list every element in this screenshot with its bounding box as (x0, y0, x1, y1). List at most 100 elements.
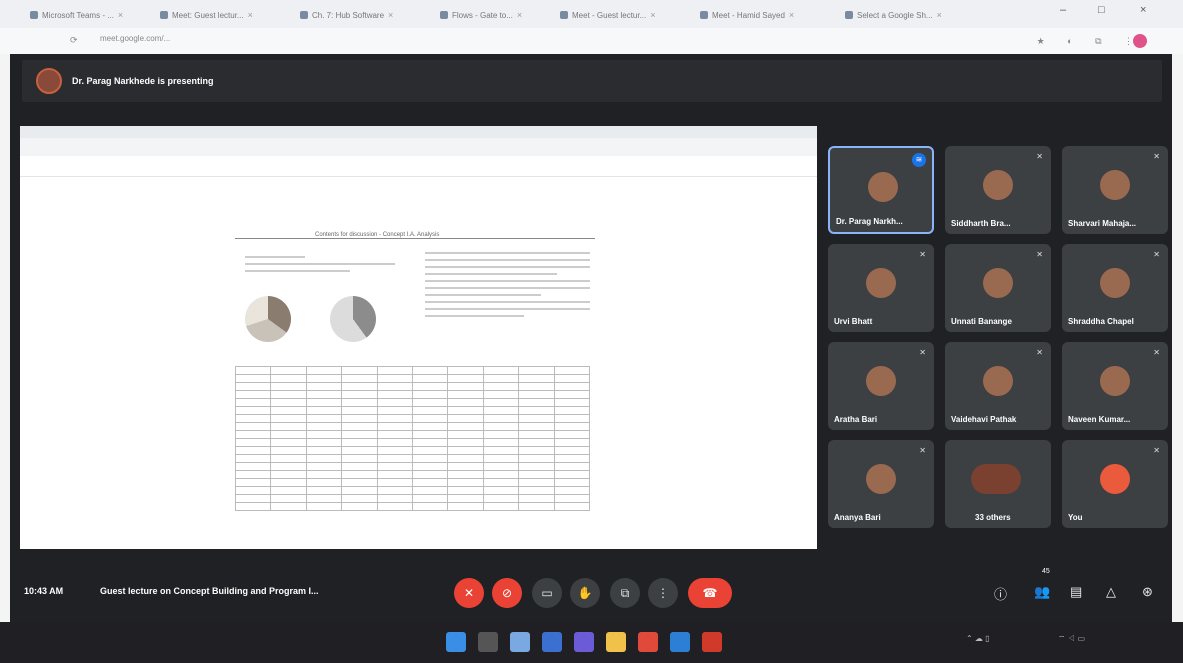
present-icon[interactable]: ⧉ (610, 578, 640, 608)
refresh-icon[interactable]: ⟳ (70, 35, 78, 46)
captions-icon[interactable]: ▭ (532, 578, 562, 608)
favicon-icon (30, 11, 38, 19)
close-tab-icon[interactable]: × (248, 10, 253, 20)
participant-tile[interactable]: 33 others (945, 440, 1051, 528)
participant-tile[interactable]: ✕ Siddharth Bra... (945, 146, 1051, 234)
edge-icon[interactable] (670, 632, 690, 652)
participant-name: Siddharth Bra... (951, 219, 1011, 228)
tab-label: Select a Google Sh... (857, 10, 933, 20)
avatar (866, 268, 896, 298)
chat-icon[interactable]: ▤ (1070, 584, 1082, 600)
text-block (425, 252, 590, 322)
maximize-icon[interactable]: □ (1098, 4, 1105, 16)
browser-tab[interactable]: Meet: Guest lectur... × (160, 6, 253, 24)
app-icon[interactable] (702, 632, 722, 652)
network-volume-battery-icons[interactable]: ⌔ ◁ ▭ (1058, 634, 1085, 644)
participant-name: Dr. Parag Narkh... (836, 217, 903, 226)
browser-tab[interactable]: Flows - Gate to... × (440, 6, 522, 24)
participant-tile[interactable]: ≋ Dr. Parag Narkh... (828, 146, 934, 234)
close-tab-icon[interactable]: × (517, 10, 522, 20)
search-icon[interactable] (478, 632, 498, 652)
start-icon[interactable] (446, 632, 466, 652)
speaking-indicator-icon: ≋ (912, 153, 926, 167)
avatar (1100, 170, 1130, 200)
participant-name: Unnati Banange (951, 317, 1012, 326)
mic-off-icon: ✕ (1153, 250, 1160, 259)
participant-name: Vaidehavi Pathak (951, 415, 1017, 424)
participant-tile[interactable]: ✕ Unnati Banange (945, 244, 1051, 332)
close-tab-icon[interactable]: × (789, 10, 794, 20)
end-call-icon[interactable]: ☎ (688, 578, 732, 608)
close-tab-icon[interactable]: × (650, 10, 655, 20)
participant-tile[interactable]: ✕ You (1062, 440, 1168, 528)
close-tab-icon[interactable]: × (118, 10, 123, 20)
teams-chat-icon[interactable] (574, 632, 594, 652)
shared-screen[interactable]: Contents for discussion - Concept I.A. A… (20, 126, 817, 549)
self-avatar (1100, 464, 1130, 494)
browser-tab-strip: Microsoft Teams - ... × Meet: Guest lectu… (0, 0, 1183, 28)
close-tab-icon[interactable]: × (937, 10, 942, 20)
avatar (983, 268, 1013, 298)
tab-label: Flows - Gate to... (452, 10, 513, 20)
avatar (983, 170, 1013, 200)
browser-tab[interactable]: Meet - Guest lectur... × (560, 6, 656, 24)
participant-tile[interactable]: ✕ Aratha Bari (828, 342, 934, 430)
mic-off-icon: ✕ (919, 348, 926, 357)
profile-avatar[interactable] (1133, 34, 1147, 48)
participant-tile[interactable]: ✕ Vaidehavi Pathak (945, 342, 1051, 430)
avatar (1100, 366, 1130, 396)
favicon-icon (700, 11, 708, 19)
minimize-icon[interactable]: – (1060, 4, 1066, 16)
document-title: Contents for discussion - Concept I.A. A… (315, 232, 440, 238)
people-count: 45 (1042, 568, 1050, 575)
favicon-icon (300, 11, 308, 19)
presenting-text: Dr. Parag Narkhede is presenting (72, 76, 214, 86)
participant-tile[interactable]: ✕ Sharvari Mahaja... (1062, 146, 1168, 234)
camera-off-icon[interactable]: ⊘ (492, 578, 522, 608)
shared-browser-tabs (20, 126, 817, 138)
more-options-icon[interactable]: ⋮ (648, 578, 678, 608)
participant-tile[interactable]: ✕ Naveen Kumar... (1062, 342, 1168, 430)
activities-icon[interactable]: △ (1106, 584, 1116, 600)
participant-name: Sharvari Mahaja... (1068, 219, 1137, 228)
participant-tile[interactable]: ✕ Urvi Bhatt (828, 244, 934, 332)
text-block (245, 256, 395, 277)
mic-off-icon: ✕ (1036, 152, 1043, 161)
people-icon[interactable]: 👥 (1034, 584, 1050, 600)
mic-off-icon: ✕ (919, 446, 926, 455)
address-bar[interactable]: meet.google.com/... (100, 34, 170, 43)
participant-tile[interactable]: ✕ Ananya Bari (828, 440, 934, 528)
info-icon[interactable]: ⓘ (994, 584, 1007, 603)
widgets-icon[interactable] (542, 632, 562, 652)
spreadsheet-table (234, 366, 591, 511)
avatar (866, 464, 896, 494)
extension-icons[interactable]: ★ ◐ ⧉ ⋮ (1037, 36, 1143, 47)
participant-tile[interactable]: ✕ Shraddha Chapel (1062, 244, 1168, 332)
favicon-icon (845, 11, 853, 19)
raise-hand-icon[interactable]: ✋ (570, 578, 600, 608)
tab-label: Ch. 7: Hub Software (312, 10, 385, 20)
mic-off-icon: ✕ (1153, 348, 1160, 357)
mic-off-icon: ✕ (919, 250, 926, 259)
mic-off-icon[interactable]: ✕ (454, 578, 484, 608)
browser-tab[interactable]: Select a Google Sh... × (845, 6, 942, 24)
browser-tab[interactable]: Microsoft Teams - ... × (30, 6, 123, 24)
meeting-title: Guest lecture on Concept Building and Pr… (100, 586, 319, 596)
host-controls-icon[interactable]: ⊛ (1142, 584, 1153, 600)
browser-tab[interactable]: Meet - Hamid Sayed × (700, 6, 794, 24)
file-explorer-icon[interactable] (606, 632, 626, 652)
tab-label: Meet - Hamid Sayed (712, 10, 785, 20)
bottom-control-bar: 10:43 AM Guest lecture on Concept Buildi… (10, 562, 1172, 622)
mic-off-icon: ✕ (1153, 152, 1160, 161)
participant-name: 33 others (975, 513, 1011, 522)
window-close-icon[interactable]: × (1140, 4, 1146, 16)
participant-name: Naveen Kumar... (1068, 415, 1131, 424)
shared-address-bar (20, 138, 817, 156)
close-tab-icon[interactable]: × (388, 10, 393, 20)
browser-tab[interactable]: Ch. 7: Hub Software × (300, 6, 393, 24)
chrome-icon[interactable] (638, 632, 658, 652)
pie-chart-image (330, 296, 376, 342)
favicon-icon (160, 11, 168, 19)
system-tray-icons[interactable]: ⌃ ☁ ▯ (966, 634, 990, 643)
task-view-icon[interactable] (510, 632, 530, 652)
